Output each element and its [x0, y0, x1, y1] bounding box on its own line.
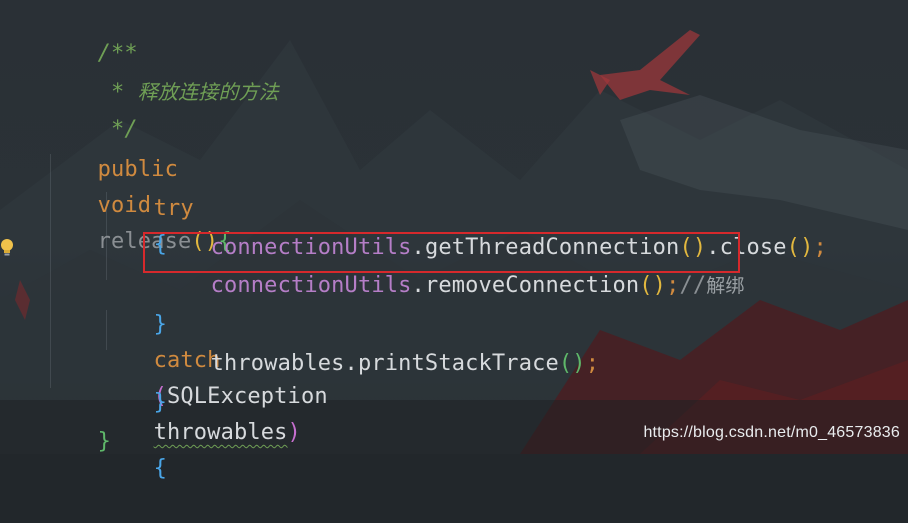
- paren-close: ): [800, 235, 814, 260]
- code-line-comment-open: /**: [44, 0, 138, 66]
- code-line-close-connection: connectionUtils.getThreadConnection().cl…: [157, 194, 827, 260]
- line-comment-slashes: //: [679, 273, 707, 298]
- code-line-print-stack-trace: throwables.printStackTrace();: [157, 310, 599, 376]
- method-brace-close: }: [97, 429, 111, 454]
- code-line-comment-close: */: [44, 76, 138, 142]
- paren-close: ): [652, 273, 667, 298]
- code-line-try: try {: [100, 155, 194, 257]
- paren-open: (: [639, 273, 653, 298]
- type-SQLException[interactable]: SQLException: [167, 384, 328, 409]
- method-printStackTrace[interactable]: printStackTrace: [358, 351, 559, 376]
- catch-brace-open: {: [153, 456, 167, 481]
- code-line-catch-close: }: [100, 349, 167, 415]
- paren-open: (: [786, 235, 801, 260]
- code-editor[interactable]: /** * 释放连接的方法 */ public void release(){ …: [0, 0, 908, 481]
- var-throwables[interactable]: throwables: [211, 351, 345, 376]
- param-throwables[interactable]: throwables: [154, 420, 288, 445]
- dot: .: [411, 273, 425, 298]
- code-line-signature: public void release(){: [44, 116, 232, 254]
- code-line-catch: } catch (SQLException throwables) {: [100, 271, 328, 481]
- dot: .: [344, 351, 358, 376]
- doc-comment-text: 释放连接的方法: [137, 80, 279, 104]
- line-comment-text: 解绑: [706, 275, 745, 297]
- code-line-remove-connection: connectionUtils.removeConnection();//解绑: [157, 232, 745, 298]
- catch-brace-close: }: [153, 390, 167, 415]
- lightbulb-icon[interactable]: [0, 238, 14, 258]
- code-line-comment-text: * 释放连接的方法: [44, 38, 279, 105]
- paren-close: ): [287, 420, 301, 445]
- code-line-method-close: }: [44, 388, 111, 454]
- semicolon: ;: [666, 273, 680, 298]
- paren-open: (: [558, 351, 573, 376]
- semicolon: ;: [813, 235, 827, 260]
- semicolon: ;: [585, 351, 600, 376]
- method-removeConnection[interactable]: removeConnection: [425, 273, 639, 298]
- paren-close: ): [572, 351, 586, 376]
- watermark: https://blog.csdn.net/m0_46573836: [643, 424, 900, 441]
